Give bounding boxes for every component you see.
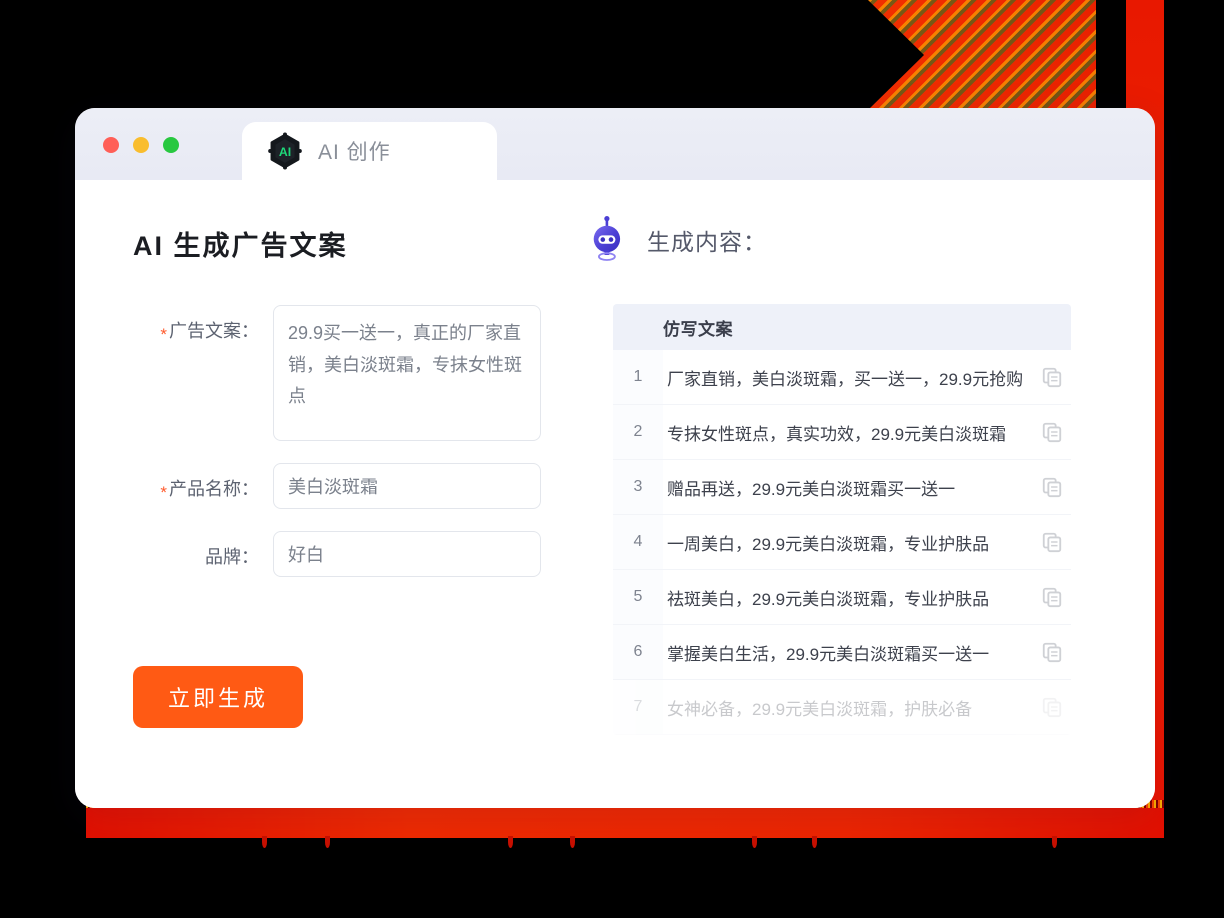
field-label-brand: 品牌： [205,547,259,567]
required-asterisk: * [160,483,167,502]
generate-button[interactable]: 立即生成 [133,666,303,728]
ai-hexagon-icon: AI [268,132,302,170]
copy-icon[interactable] [1041,586,1063,608]
decorative-top-banner [868,0,1096,110]
row-index: 1 [613,350,663,404]
card-body: AI 生成广告文案 * 广告文案： 29.9买一送一，真正的厂家直销，美白淡斑霜，… [75,180,1155,808]
decorative-drip [1052,836,1057,848]
row-index: 2 [613,405,663,459]
row-index: 5 [613,570,663,624]
results-table: 仿写文案 1 厂家直销，美白淡斑霜，买一送一，29.9元抢购 2 专抹女性斑点，… [613,304,1071,735]
row-text: 一周美白，29.9元美白淡斑霜，专业护肤品 [667,534,990,554]
field-label-text: 产品名称： [169,479,259,499]
page-title: AI 生成广告文案 [133,231,348,261]
generation-form: * 广告文案： 29.9买一送一，真正的厂家直销，美白淡斑霜，专抹女性斑点 * 产品… [133,305,585,577]
field-product-name: * 产品名称： 美白淡斑霜 [133,463,585,509]
row-index: 4 [613,515,663,569]
decorative-drip [752,836,757,848]
robot-head-icon [593,216,621,261]
table-row[interactable]: 1 厂家直销，美白淡斑霜，买一送一，29.9元抢购 [613,350,1071,405]
copy-icon[interactable] [1041,531,1063,553]
field-ad-copy: * 广告文案： 29.9买一送一，真正的厂家直销，美白淡斑霜，专抹女性斑点 [133,305,585,441]
field-brand: 品牌： 好白 [133,531,585,577]
required-asterisk: * [160,325,167,344]
table-row[interactable]: 5 祛斑美白，29.9元美白淡斑霜，专业护肤品 [613,570,1071,625]
decorative-notch [868,0,924,110]
generated-content-title: 生成内容： [647,229,767,255]
brand-input[interactable]: 好白 [273,531,541,577]
table-row[interactable]: 3 赠品再送，29.9元美白淡斑霜买一送一 [613,460,1071,515]
field-label-ad-copy: * 广告文案： [133,305,273,344]
row-text: 祛斑美白，29.9元美白淡斑霜，专业护肤品 [667,589,990,609]
copy-icon[interactable] [1041,366,1063,388]
app-window-card: AI AI 创作 AI 生成广告文案 * 广告文案： 29.9买一送一，真正的厂家… [75,108,1155,808]
row-text: 专抹女性斑点，真实功效，29.9元美白淡斑霜 [667,424,1007,444]
row-text: 女神必备，29.9元美白淡斑霜，护肤必备 [667,699,973,719]
row-index: 3 [613,460,663,514]
decorative-drip [262,836,267,848]
table-row[interactable]: 4 一周美白，29.9元美白淡斑霜，专业护肤品 [613,515,1071,570]
table-row[interactable]: 7 女神必备，29.9元美白淡斑霜，护肤必备 [613,680,1071,735]
row-index: 6 [613,625,663,679]
tab-ai-creation[interactable]: AI AI 创作 [242,122,497,180]
ad-copy-textarea[interactable]: 29.9买一送一，真正的厂家直销，美白淡斑霜，专抹女性斑点 [273,305,541,441]
table-row[interactable]: 6 掌握美白生活，29.9元美白淡斑霜买一送一 [613,625,1071,680]
row-text: 赠品再送，29.9元美白淡斑霜买一送一 [667,479,956,499]
copy-icon[interactable] [1041,641,1063,663]
svg-text:AI: AI [279,145,291,159]
field-label-product-name: * 产品名称： [133,463,273,502]
screenshot-root: AI AI 创作 AI 生成广告文案 * 广告文案： 29.9买一送一，真正的厂家… [0,0,1224,918]
right-pane: 生成内容： 仿写文案 1 厂家直销，美白淡斑霜，买一送一，29.9元抢购 2 专… [585,180,1155,808]
row-text: 掌握美白生活，29.9元美白淡斑霜买一送一 [667,644,990,664]
list-fade-overlay [613,736,1071,808]
copy-icon[interactable] [1041,696,1063,718]
copy-icon[interactable] [1041,421,1063,443]
maximize-button[interactable] [163,137,179,153]
close-button[interactable] [103,137,119,153]
decorative-drip [325,836,330,848]
decorative-drip [812,836,817,848]
traffic-lights [103,137,179,153]
copy-icon[interactable] [1041,476,1063,498]
table-header-row: 仿写文案 [613,304,1071,350]
decorative-drip [508,836,513,848]
left-pane: AI 生成广告文案 * 广告文案： 29.9买一送一，真正的厂家直销，美白淡斑霜，… [75,180,585,808]
minimize-button[interactable] [133,137,149,153]
row-text: 厂家直销，美白淡斑霜，买一送一，29.9元抢购 [667,369,1024,389]
table-row[interactable]: 2 专抹女性斑点，真实功效，29.9元美白淡斑霜 [613,405,1071,460]
table-header-copy: 仿写文案 [663,319,733,339]
tab-label: AI 创作 [318,141,391,164]
field-label-text: 广告文案： [169,321,259,341]
window-titlebar: AI AI 创作 [75,108,1155,180]
product-name-input[interactable]: 美白淡斑霜 [273,463,541,509]
row-index: 7 [613,680,663,734]
generated-content-header: 生成内容： [585,216,1111,264]
decorative-drip [570,836,575,848]
